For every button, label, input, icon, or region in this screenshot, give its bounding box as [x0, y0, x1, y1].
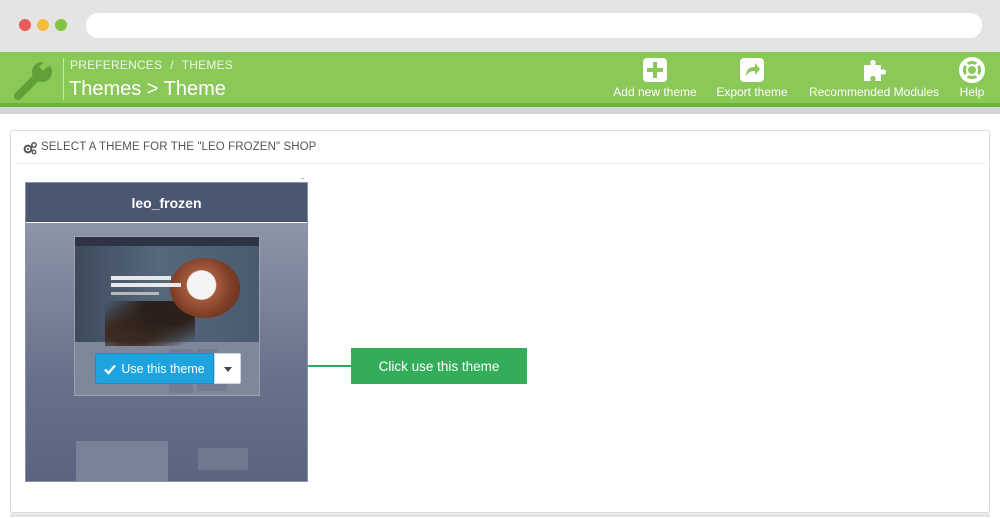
callout-text: Click use this theme — [378, 358, 500, 374]
header-separator — [63, 58, 64, 100]
export-theme-button[interactable]: Export theme — [713, 57, 791, 101]
plus-square-icon — [643, 58, 667, 82]
use-this-theme-label: Use this theme — [121, 361, 205, 376]
preview-footer-block — [198, 448, 248, 470]
theme-card-body: Use this theme — [26, 223, 307, 481]
preview-coffee-cup — [170, 258, 240, 318]
help-label: Help — [959, 85, 985, 99]
header-shadow-strip — [0, 107, 1000, 114]
use-this-theme-button[interactable]: Use this theme — [95, 353, 214, 384]
wrench-icon — [14, 60, 52, 100]
theme-name: leo_frozen — [131, 195, 202, 211]
export-theme-label: Export theme — [716, 85, 788, 99]
preview-subtext-line — [111, 292, 159, 295]
puzzle-piece-icon — [864, 60, 886, 81]
window-close-dot[interactable] — [19, 19, 31, 31]
preview-headline-line — [111, 283, 181, 287]
browser-chrome — [0, 0, 1000, 52]
callout-connector-line — [308, 365, 351, 367]
theme-card-header: leo_frozen — [26, 183, 307, 222]
preview-footer-block — [76, 441, 168, 481]
life-ring-icon — [959, 57, 985, 83]
share-square-icon — [740, 58, 764, 82]
panel-bottom-edge — [10, 514, 990, 517]
window-minimize-dot[interactable] — [37, 19, 49, 31]
theme-options-dropdown-button[interactable] — [214, 353, 241, 384]
recommended-modules-label: Recommended Modules — [808, 85, 940, 99]
breadcrumb-item-preferences[interactable]: PREFERENCES — [70, 58, 162, 72]
cogs-icon — [23, 142, 37, 155]
instruction-callout: Click use this theme — [351, 348, 527, 384]
breadcrumb-item-themes[interactable]: THEMES — [182, 58, 233, 72]
preview-hero-banner — [75, 246, 259, 346]
divider-mark — [301, 178, 304, 179]
breadcrumb: PREFERENCES / THEMES — [70, 58, 233, 72]
address-bar[interactable] — [86, 13, 982, 38]
add-new-theme-label: Add new theme — [613, 85, 697, 99]
help-button[interactable]: Help — [956, 57, 988, 101]
theme-card[interactable]: leo_frozen Use this theme — [25, 182, 308, 482]
preview-nav — [75, 237, 259, 246]
recommended-modules-button[interactable]: Recommended Modules — [805, 57, 943, 101]
check-icon — [104, 364, 117, 375]
caret-down-icon — [224, 367, 232, 372]
preview-headline-line — [111, 276, 171, 280]
breadcrumb-separator: / — [170, 58, 174, 72]
panel-heading: SELECT A THEME FOR THE "LEO FROZEN" SHOP — [17, 131, 985, 164]
page-title: Themes > Theme — [69, 78, 226, 100]
add-new-theme-button[interactable]: Add new theme — [611, 57, 699, 101]
window-maximize-dot[interactable] — [55, 19, 67, 31]
panel-heading-title: SELECT A THEME FOR THE "LEO FROZEN" SHOP — [41, 141, 317, 153]
